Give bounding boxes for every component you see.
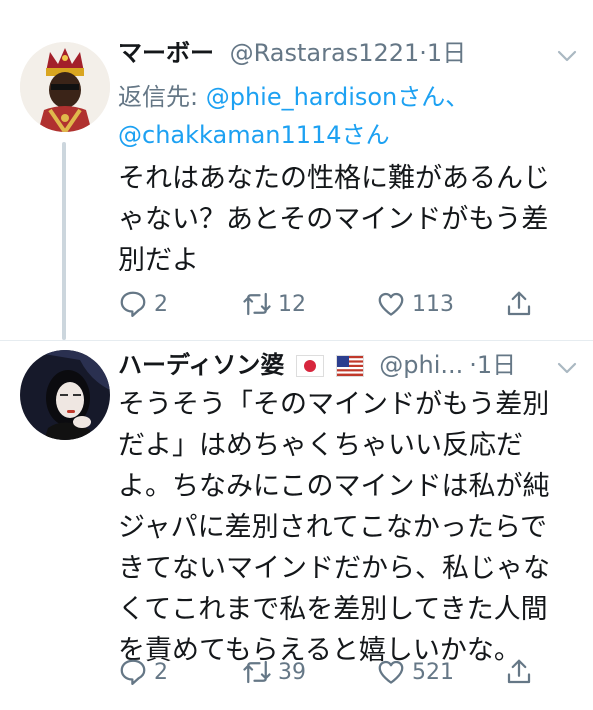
heart-icon xyxy=(378,660,404,684)
retweet-count: 12 xyxy=(278,291,306,317)
like-count: 521 xyxy=(412,659,454,685)
reply-user-link[interactable]: @chakkaman1114さん xyxy=(118,121,390,149)
reply-prefix: 返信先: xyxy=(118,83,206,111)
king-avatar-image xyxy=(20,42,110,132)
avatar[interactable] xyxy=(20,42,110,132)
separator-dot: · xyxy=(419,39,427,67)
reply-icon xyxy=(120,659,146,685)
timestamp[interactable]: 1日 xyxy=(427,39,466,67)
user-handle[interactable]: @Rastaras1221 xyxy=(230,39,420,67)
tweet-header: ハーディソン婆 @phi... ·1日 xyxy=(118,350,516,380)
user-handle[interactable]: @phi... xyxy=(379,351,463,379)
tweet-text: そうそう「そのマインドがもう差別 だよ」はめちゃくちゃいい反応だ よ。ちなみにこ… xyxy=(118,384,578,671)
reply-user-link[interactable]: @phie_hardisonさん、 xyxy=(206,83,470,111)
tweet-line: ジャパに差別されてこなかったらで xyxy=(118,512,548,543)
reply-context: 返信先: @phie_hardisonさん、 @chakkaman1114さん xyxy=(118,78,469,154)
woman-avatar-image xyxy=(20,350,110,440)
thread-line xyxy=(62,142,66,340)
reply-count: 2 xyxy=(154,291,168,317)
like-count: 113 xyxy=(412,291,454,317)
tweet-header: マーボー @Rastaras1221·1日 xyxy=(118,38,466,68)
chevron-down-icon[interactable] xyxy=(555,356,579,380)
avatar[interactable] xyxy=(20,350,110,440)
share-icon xyxy=(507,659,531,684)
separator-dot: · xyxy=(469,351,477,379)
tweet-line: それはあなたの性格に難があるんじ xyxy=(118,163,550,194)
reply-button[interactable]: 2 xyxy=(118,652,168,692)
like-button[interactable]: 113 xyxy=(376,284,454,324)
japan-flag-icon xyxy=(295,355,324,377)
display-name[interactable]: ハーディソン婆 xyxy=(118,351,284,379)
tweet-line: だよ」はめちゃくちゃいい反応だ xyxy=(118,430,523,461)
tweet-line: ゃない？あとそのマインドがもう差 xyxy=(118,204,549,235)
usa-flag-icon xyxy=(335,355,364,377)
reply-count: 2 xyxy=(154,659,168,685)
action-bar: 2 12 113 xyxy=(118,284,578,324)
tweet-line: きてないマインドだから、私じゃな xyxy=(118,553,550,584)
share-button[interactable] xyxy=(504,284,540,324)
reply-icon xyxy=(120,291,146,317)
retweet-count: 39 xyxy=(278,659,306,685)
display-name[interactable]: マーボー xyxy=(118,39,214,67)
retweet-button[interactable]: 39 xyxy=(242,652,306,692)
tweet-line: そうそう「そのマインドがもう差別 xyxy=(118,389,550,420)
timestamp[interactable]: 1日 xyxy=(477,351,516,379)
share-icon xyxy=(507,291,531,316)
retweet-icon xyxy=(243,660,271,684)
retweet-button[interactable]: 12 xyxy=(242,284,306,324)
tweet-line: くてこれまで私を差別してきた人間 xyxy=(118,594,548,625)
tweet-line: 別だよ xyxy=(118,245,199,276)
like-button[interactable]: 521 xyxy=(376,652,454,692)
heart-icon xyxy=(378,292,404,316)
chevron-down-icon[interactable] xyxy=(555,44,579,68)
tweet-line: よ。ちなみにこのマインドは私が純 xyxy=(118,471,550,502)
share-button[interactable] xyxy=(504,652,540,692)
reply-button[interactable]: 2 xyxy=(118,284,168,324)
action-bar: 2 39 521 xyxy=(118,652,578,692)
tweet-1[interactable]: マーボー @Rastaras1221·1日 返信先: @phie_hardiso… xyxy=(0,0,593,341)
tweet-text: それはあなたの性格に難があるんじ ゃない？あとそのマインドがもう差 別だよ xyxy=(118,158,578,281)
retweet-icon xyxy=(243,292,271,316)
